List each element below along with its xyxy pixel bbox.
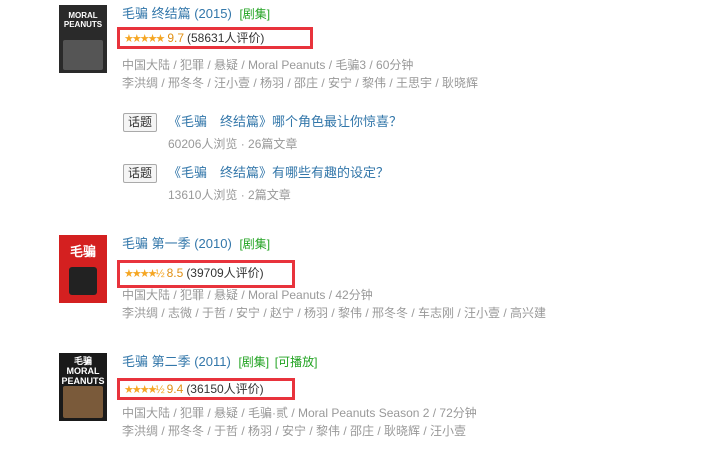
poster-figures (63, 40, 103, 70)
title-line: 毛骗 终结篇 (2015) [剧集] (122, 5, 692, 23)
rating-score: 9.4 (166, 382, 184, 396)
poster-figures (63, 386, 103, 418)
type-tag: [剧集] (239, 237, 271, 251)
rating-highlight: ★★★★★ 9.7 (58631人评价) (117, 27, 313, 49)
title-line: 毛骗 第二季 (2011) [剧集] [可播放] (122, 353, 692, 371)
rating-score: 9.7 (167, 31, 184, 45)
topic-button[interactable]: 话题 (123, 113, 158, 132)
rating-count: (39709人评价) (186, 266, 264, 280)
type-tag: [剧集] (238, 355, 270, 369)
poster-image[interactable]: 毛骗 MORAL PEANUTS (59, 353, 107, 421)
result-title-link[interactable]: 毛骗 终结篇 (2015) (122, 6, 232, 21)
poster-figures (69, 267, 97, 295)
topic-stats: 60206人浏览 · 26篇文章 (168, 137, 298, 151)
meta-line: 中国大陆 / 犯罪 / 悬疑 / Moral Peanuts / 42分钟 (122, 288, 373, 302)
meta-line: 中国大陆 / 犯罪 / 悬疑 / 毛骗·贰 / Moral Peanuts Se… (122, 406, 477, 420)
rating-stars-icon: ★★★★½ (124, 384, 165, 396)
meta-line: 中国大陆 / 犯罪 / 悬疑 / Moral Peanuts / 毛骗3 / 6… (122, 58, 414, 72)
topic-button[interactable]: 话题 (123, 164, 158, 183)
topic-item: 话题 《毛骗 终结篇》哪个角色最让你惊喜？ 60206人浏览 · 26篇文章 (123, 113, 643, 153)
result-title-link[interactable]: 毛骗 第二季 (2011) (122, 354, 231, 369)
cast-line: 李洪绸 / 邢冬冬 / 汪小壹 / 杨羽 / 邵庄 / 安宁 / 黎伟 / 王思… (122, 76, 479, 90)
poster-title-text: 毛骗 (69, 244, 96, 259)
topic-title-link[interactable]: 《毛骗 终结篇》哪个角色最让你惊喜？ (168, 113, 402, 130)
rating-highlight: ★★★★½ 9.4 (36150人评价) (117, 378, 295, 400)
rating-count: (58631人评价) (187, 31, 265, 45)
rating-stars-icon: ★★★★★ (124, 33, 165, 45)
rating-stars-icon: ★★★★½ (124, 268, 165, 280)
topic-title-link[interactable]: 《毛骗 终结篇》有哪些有趣的设定？ (168, 164, 389, 181)
result-item: 毛骗 毛骗 第一季 (2010) [剧集] ★★★★½ 8.5 (39709人评价)… (59, 235, 699, 325)
poster-image[interactable]: MORAL PEANUTS (59, 5, 107, 73)
title-line: 毛骗 第一季 (2010) [剧集] (122, 235, 692, 253)
result-info: 毛骗 第一季 (2010) [剧集] ★★★★½ 8.5 (39709人评价) 中国… (117, 235, 692, 320)
poster-title-text: MORAL PEANUTS (63, 11, 103, 29)
rating-score: 8.5 (166, 266, 184, 280)
topic-stats: 13610人浏览 · 2篇文章 (168, 188, 291, 202)
poster-title-text: 毛骗 MORAL PEANUTS (61, 356, 105, 386)
result-info: 毛骗 终结篇 (2015) [剧集] ★★★★★ 9.7 (58631人评价) 中国… (117, 5, 692, 90)
rating-highlight: ★★★★½ 8.5 (39709人评价) (117, 260, 295, 288)
result-item: 毛骗 MORAL PEANUTS 毛骗 第二季 (2011) [剧集] [可播放… (59, 353, 699, 443)
poster-image[interactable]: 毛骗 (59, 235, 107, 303)
cast-line: 李洪绸 / 志微 / 于哲 / 安宁 / 赵宁 / 杨羽 / 黎伟 / 邢冬冬 … (122, 306, 547, 320)
topic-item: 话题 《毛骗 终结篇》有哪些有趣的设定？ 13610人浏览 · 2篇文章 (123, 164, 643, 204)
cast-line: 李洪绸 / 邢冬冬 / 于哲 / 杨羽 / 安宁 / 黎伟 / 邵庄 / 耿晓辉… (122, 424, 467, 438)
result-info: 毛骗 第二季 (2011) [剧集] [可播放] ★★★★½ 9.4 (36150人… (117, 353, 692, 438)
rating-count: (36150人评价) (186, 382, 264, 396)
type-tag: [剧集] (239, 7, 271, 21)
result-title-link[interactable]: 毛骗 第一季 (2010) (122, 236, 232, 251)
playable-tag[interactable]: [可播放] (275, 355, 318, 369)
